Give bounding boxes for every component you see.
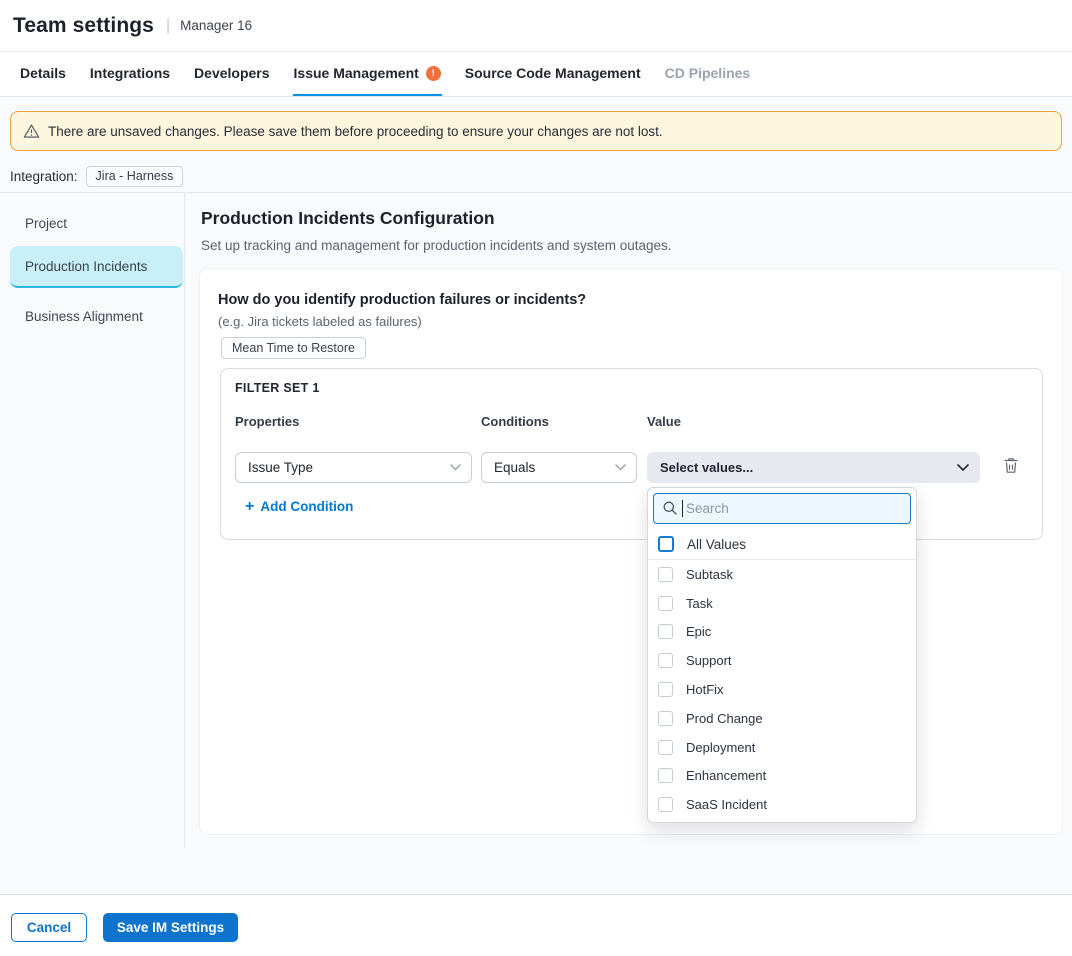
property-select[interactable]: Issue Type (235, 452, 472, 483)
checkbox[interactable] (658, 682, 673, 697)
checkbox[interactable] (658, 653, 673, 668)
checkbox[interactable] (658, 596, 673, 611)
option-subtask[interactable]: Subtask (648, 560, 916, 589)
question-hint: (e.g. Jira tickets labeled as failures) (218, 314, 422, 329)
options-list: Subtask Task Epic Support HotFix Prod Ch… (648, 560, 916, 823)
checkbox[interactable] (658, 768, 673, 783)
add-condition-button[interactable]: + Add Condition (245, 499, 353, 514)
column-header-value: Value (647, 414, 681, 429)
condition-select[interactable]: Equals (481, 452, 637, 483)
option-prod-change[interactable]: Prod Change (648, 704, 916, 733)
page: Team settings | Manager 16 Details Integ… (0, 0, 1072, 956)
tab-issue-management[interactable]: Issue Management ! (293, 52, 442, 96)
plus-icon: + (245, 500, 254, 513)
column-header-conditions: Conditions (481, 414, 549, 429)
text-cursor (682, 500, 683, 517)
option-epic[interactable]: Epic (648, 618, 916, 647)
footer-divider (0, 894, 1072, 895)
value-dropdown-panel: All Values Subtask Task Epic Support Hot… (647, 487, 917, 823)
option-support[interactable]: Support (648, 646, 916, 675)
cancel-button[interactable]: Cancel (11, 913, 87, 942)
metric-chip-mean-time-to-restore[interactable]: Mean Time to Restore (221, 337, 366, 359)
chevron-down-icon (615, 464, 626, 471)
title-separator: | (166, 17, 170, 35)
chevron-down-icon (450, 464, 461, 471)
integration-row: Integration: Jira - Harness (10, 165, 183, 187)
tab-source-code-management[interactable]: Source Code Management (464, 52, 642, 96)
section-title: Production Incidents Configuration (201, 208, 495, 229)
tab-integrations[interactable]: Integrations (89, 52, 171, 96)
filter-set-title: FILTER SET 1 (235, 381, 320, 395)
team-name: Manager 16 (180, 18, 252, 33)
delete-filter-button[interactable] (1000, 455, 1022, 479)
tab-developers[interactable]: Developers (193, 52, 270, 96)
option-saas-incident[interactable]: SaaS Incident (648, 790, 916, 819)
value-multiselect[interactable]: Select values... (647, 452, 980, 483)
option-hotfix[interactable]: HotFix (648, 675, 916, 704)
page-title: Team settings (13, 14, 154, 38)
integration-chip[interactable]: Jira - Harness (86, 166, 184, 187)
checkbox[interactable] (658, 740, 673, 755)
checkbox[interactable] (658, 567, 673, 582)
checkbox[interactable] (658, 624, 673, 639)
question-label: How do you identify production failures … (218, 292, 586, 308)
search-input[interactable] (653, 493, 911, 524)
unsaved-changes-badge-icon: ! (426, 66, 441, 81)
warning-triangle-icon (23, 123, 40, 139)
save-im-settings-button[interactable]: Save IM Settings (103, 913, 238, 942)
option-deployment[interactable]: Deployment (648, 733, 916, 762)
section-subtitle: Set up tracking and management for produ… (201, 238, 672, 253)
unsaved-changes-banner: There are unsaved changes. Please save t… (10, 111, 1062, 151)
sidebar-item-production-incidents[interactable]: Production Incidents (10, 246, 183, 288)
checkbox[interactable] (658, 797, 673, 812)
checkbox[interactable] (658, 711, 673, 726)
trash-icon (1003, 456, 1019, 478)
app-header: Team settings | Manager 16 (0, 0, 1072, 52)
checkbox-all-values[interactable] (658, 536, 674, 552)
tab-bar: Details Integrations Developers Issue Ma… (0, 52, 1072, 97)
option-enhancement[interactable]: Enhancement (648, 762, 916, 791)
tab-details[interactable]: Details (19, 52, 67, 96)
dropdown-search (653, 493, 911, 524)
sidebar-item-business-alignment[interactable]: Business Alignment (0, 296, 184, 336)
settings-sidebar: Project Production Incidents Business Al… (0, 193, 185, 848)
option-task[interactable]: Task (648, 589, 916, 618)
option-customer-notification[interactable]: Customer Notification (648, 819, 916, 823)
chevron-down-icon (957, 464, 969, 472)
column-header-properties: Properties (235, 414, 299, 429)
tab-cd-pipelines: CD Pipelines (664, 52, 752, 96)
integration-label: Integration: (10, 169, 78, 184)
sidebar-item-project[interactable]: Project (0, 203, 184, 243)
banner-text: There are unsaved changes. Please save t… (48, 124, 663, 139)
option-all-values[interactable]: All Values (648, 529, 916, 560)
